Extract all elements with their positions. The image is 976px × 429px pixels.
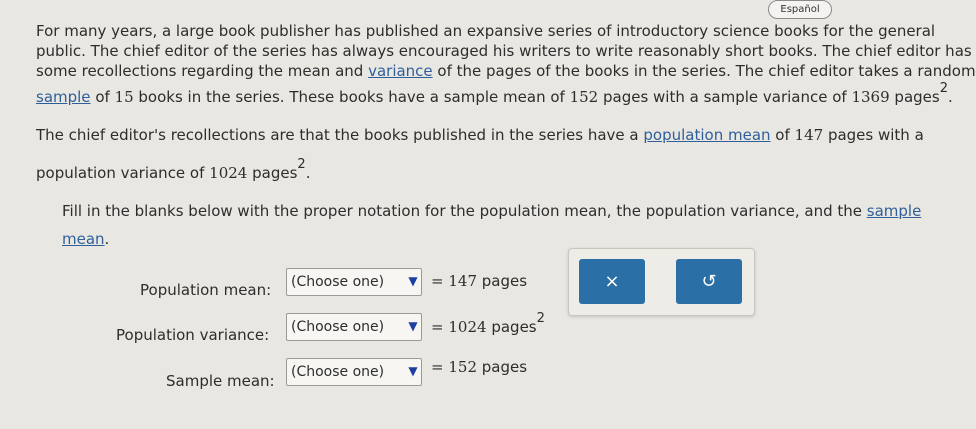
undo-icon: ↺ [701,271,717,292]
exponent: 2 [297,157,306,172]
unit-text: pages [481,272,528,290]
unit-text: pages [247,164,298,182]
population-variance-select[interactable]: (Choose one) [286,313,422,341]
problem-text: Fill in the blanks below with the proper… [62,202,867,220]
problem-text: some recollections regarding the mean an… [36,62,369,80]
sample-mean-label: Sample mean: [166,372,275,390]
problem-text: population variance of [36,164,210,182]
language-toggle-button[interactable]: Español [768,0,832,19]
answer-action-panel: × ↺ [568,248,755,316]
problem-text: pages with a sample variance of [598,88,852,106]
equals-sign: = [431,318,444,336]
problem-line: The chief editor's recollections are tha… [36,126,924,144]
problem-text: pages with a [823,126,924,144]
dropdown-arrow-icon[interactable]: ▼ [403,319,423,333]
sample-link[interactable]: sample [36,88,91,106]
close-icon: × [604,271,620,292]
sample-mean-value: 152 [569,88,599,106]
problem-text: of [770,126,795,144]
sample-size: 15 [114,88,134,106]
dropdown-arrow-icon[interactable]: ▼ [403,364,423,378]
unit-text: pages [481,358,528,376]
unit-text: pages [491,318,537,336]
problem-text: of [90,88,115,106]
problem-line: mean. [62,230,109,248]
problem-text: . [947,88,953,106]
clear-button[interactable]: × [579,259,645,304]
exponent: 2 [939,81,948,96]
population-variance-value: 1024 [209,164,248,182]
problem-text: of the pages of the books in the series.… [432,62,976,80]
problem-line: For many years, a large book publisher h… [36,22,935,40]
equals-sign: = [431,272,444,290]
sample-mean-link[interactable]: mean [62,230,105,248]
problem-line: sample of 15 books in the series. These … [36,81,953,106]
select-value: (Choose one) [291,274,385,290]
exponent: 2 [536,311,545,326]
problem-line: public. The chief editor of the series h… [36,42,972,60]
problem-text: . [104,230,110,248]
dropdown-arrow-icon[interactable]: ▼ [403,274,423,288]
select-value: (Choose one) [291,364,385,380]
population-variance-label: Population variance: [116,326,270,344]
variance-link[interactable]: variance [368,62,433,80]
equals-sign: = [431,358,444,376]
population-mean-equation: = 147 pages [431,272,527,290]
problem-text: For many years, a large book publisher h… [36,22,936,40]
unit-text: pages [889,88,940,106]
select-value: (Choose one) [291,319,385,335]
sample-mean-link[interactable]: sample [867,202,922,220]
problem-text: public. The chief editor of the series h… [36,42,972,60]
population-mean-select[interactable]: (Choose one) [286,268,422,296]
sample-variance-value: 1369 [851,88,890,106]
sample-mean-answer: 152 [448,358,477,376]
population-variance-equation: = 1024 pages2 [431,311,545,336]
problem-text: books in the series. These books have a … [133,88,570,106]
sample-mean-equation: = 152 pages [431,358,527,376]
population-mean-answer: 147 [448,272,477,290]
problem-line: some recollections regarding the mean an… [36,62,976,80]
problem-line: Fill in the blanks below with the proper… [62,202,921,220]
population-mean-link[interactable]: population mean [643,126,770,144]
sample-mean-select[interactable]: (Choose one) [286,358,422,386]
problem-text: . [305,164,311,182]
undo-button[interactable]: ↺ [676,259,742,304]
problem-text: The chief editor's recollections are tha… [36,126,644,144]
problem-line: population variance of 1024 pages2. [36,157,311,182]
population-mean-label: Population mean: [140,281,272,299]
population-mean-value: 147 [794,126,824,144]
population-variance-answer: 1024 [448,318,487,336]
